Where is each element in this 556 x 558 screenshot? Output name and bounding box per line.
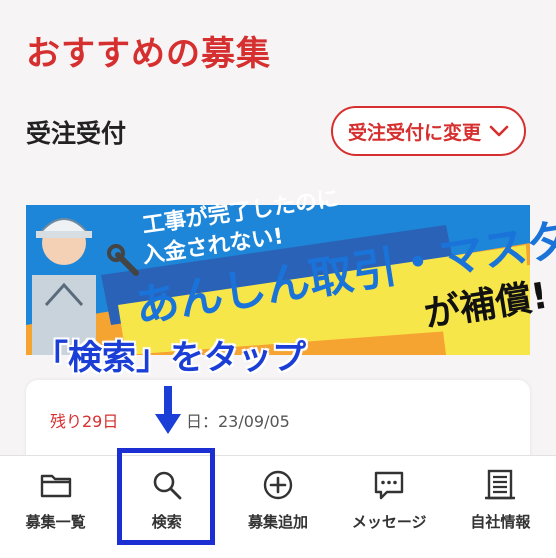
tab-label: 募集追加 xyxy=(248,513,309,531)
section-label: 受注受付 xyxy=(26,119,127,148)
card-date: 日：23/09/05 xyxy=(186,412,290,431)
change-mode-label: 受注受付に変更 xyxy=(347,121,481,144)
days-left: 残り29日 xyxy=(50,412,119,431)
tab-job-list[interactable]: 募集一覧 xyxy=(0,456,111,558)
chevron-down-icon xyxy=(489,124,509,138)
search-tab-highlight xyxy=(117,448,215,545)
plus-circle-icon xyxy=(263,470,293,500)
tab-messages[interactable]: メッセージ xyxy=(334,456,445,558)
tab-label: メッセージ xyxy=(351,513,427,531)
building-icon xyxy=(485,469,516,500)
folder-icon xyxy=(40,474,71,498)
tab-label: 募集一覧 xyxy=(25,513,86,531)
tap-instruction: 「検索」をタップ xyxy=(34,338,306,378)
tab-company-info[interactable]: 自社情報 xyxy=(445,456,556,558)
tab-label: 自社情報 xyxy=(470,513,531,531)
page-title: おすすめの募集 xyxy=(26,34,271,74)
tab-add-job[interactable]: 募集追加 xyxy=(222,456,333,558)
change-mode-button[interactable]: 受注受付に変更 xyxy=(331,106,526,156)
down-arrow-icon xyxy=(155,386,181,434)
chat-bubble-icon xyxy=(375,471,404,500)
app-screen: おすすめの募集 受注受付 受注受付に変更 工事が完了したのに 入金されない! あ… xyxy=(0,0,556,558)
bottom-tab-bar: 募集一覧 検索 募集追加 メッセージ 自社情報 xyxy=(0,455,556,558)
